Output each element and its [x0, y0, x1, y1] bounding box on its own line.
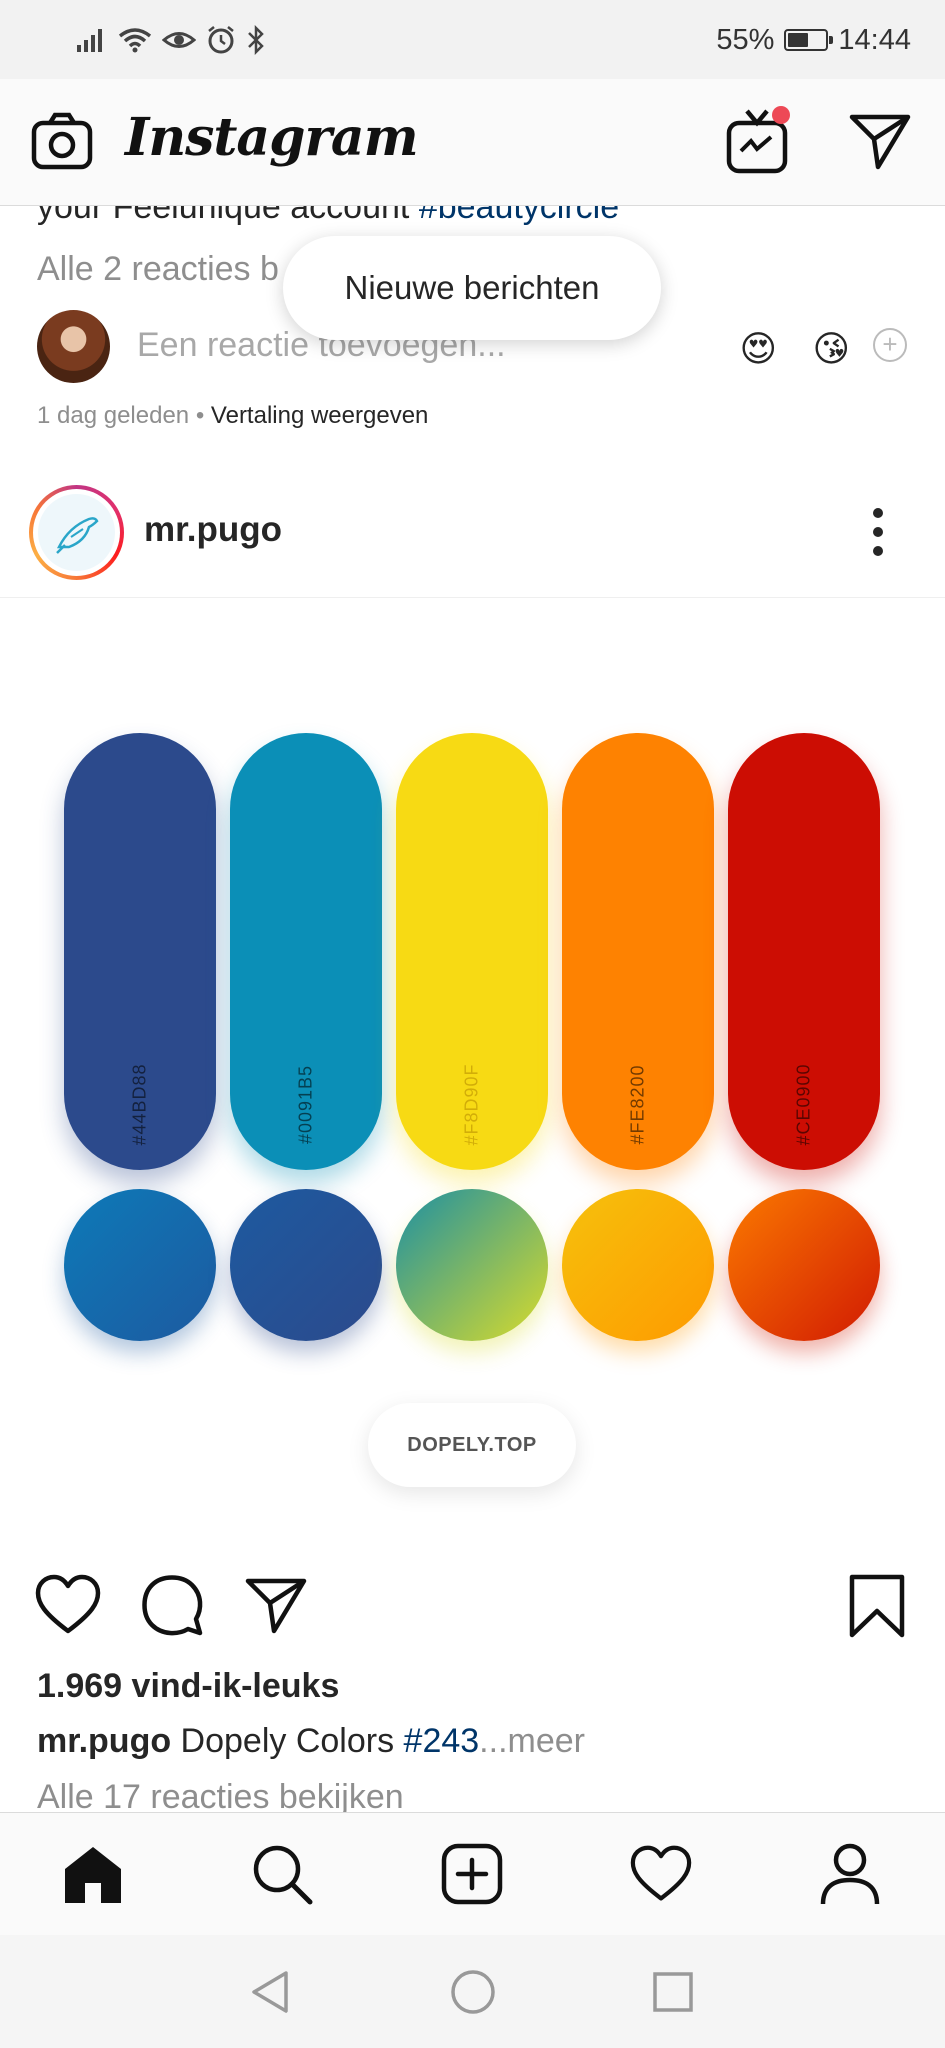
activity-icon	[630, 1845, 692, 1901]
igtv-icon[interactable]	[723, 103, 799, 179]
color-swatch-3: #F8D90F	[396, 733, 548, 1170]
post-image[interactable]: DOPELY.TOP #44BD88 #0091B5 #F8D90F #FE8200 #…	[0, 600, 945, 1545]
post-header: mr.pugo	[0, 480, 945, 598]
gradient-circle-4	[562, 1189, 714, 1341]
timestamp: 1 dag geleden	[37, 402, 190, 429]
gradient-circle-5	[728, 1189, 880, 1341]
timestamp-line: 1 dag geleden • Vertaling weergeven	[37, 402, 428, 430]
camera-icon[interactable]	[30, 109, 94, 173]
alarm-icon	[208, 26, 234, 54]
status-bar: 55% 14:44	[0, 0, 945, 79]
bluetooth-icon	[248, 25, 264, 55]
separator: •	[189, 402, 211, 429]
eye-icon	[162, 32, 196, 48]
home-icon	[65, 1847, 121, 1903]
post-actions	[0, 1565, 945, 1655]
add-emoji-icon[interactable]: +	[873, 328, 907, 362]
like-count[interactable]: 1.969 vind-ik-leuks	[37, 1667, 339, 1706]
recents-icon	[653, 1972, 693, 2012]
post-caption: mr.pugo Dopely Colors #243...meer	[37, 1722, 585, 1761]
post-username[interactable]: mr.pugo	[144, 510, 282, 550]
notification-dot	[772, 106, 790, 124]
caption-hashtag[interactable]: #243	[404, 1722, 480, 1760]
avatar	[37, 310, 110, 383]
app-bar: Instagram	[0, 79, 945, 206]
new-post-tab[interactable]	[439, 1841, 505, 1907]
comment-icon[interactable]	[140, 1573, 204, 1637]
color-swatch-5: #CE0900	[728, 733, 880, 1170]
caption-username[interactable]: mr.pugo	[37, 1722, 171, 1760]
battery-fill	[788, 33, 809, 47]
swatch-hex-code: #FE8200	[627, 1064, 648, 1145]
caption-text: Dopely Colors	[171, 1722, 404, 1760]
swatch-hex-code: #44BD88	[129, 1063, 150, 1146]
search-icon	[253, 1845, 313, 1905]
like-icon[interactable]	[34, 1573, 102, 1637]
swatch-hex-code: #F8D90F	[461, 1063, 482, 1146]
gradient-circle-2	[230, 1189, 382, 1341]
direct-message-icon[interactable]	[848, 109, 912, 173]
activity-tab[interactable]	[628, 1841, 694, 1907]
story-ring-avatar[interactable]	[29, 485, 124, 580]
clock: 14:44	[838, 23, 911, 56]
gradient-circle-3	[396, 1189, 548, 1341]
wifi-icon	[118, 28, 152, 53]
more-options-icon[interactable]	[873, 508, 885, 556]
battery-icon	[784, 29, 834, 51]
swatch-hex-code: #0091B5	[295, 1064, 316, 1145]
instagram-logo[interactable]: Instagram	[125, 107, 419, 168]
bird-logo-icon	[38, 494, 115, 571]
share-icon[interactable]	[244, 1573, 308, 1637]
new-posts-pill[interactable]: Nieuwe berichten	[283, 236, 661, 340]
translate-link[interactable]: Vertaling weergeven	[211, 402, 428, 429]
status-info-right: 55% 14:44	[716, 20, 911, 60]
home-button[interactable]	[448, 1967, 498, 2017]
home-circle-icon	[451, 1970, 495, 2014]
recents-button[interactable]	[648, 1967, 698, 2017]
new-post-icon	[441, 1843, 503, 1905]
bottom-navigation	[0, 1812, 945, 1935]
gradient-circle-1	[64, 1189, 216, 1341]
back-button[interactable]	[245, 1967, 295, 2017]
profile-tab[interactable]	[817, 1841, 883, 1907]
search-tab[interactable]	[249, 1841, 315, 1907]
save-icon[interactable]	[848, 1573, 906, 1639]
color-swatch-2: #0091B5	[230, 733, 382, 1170]
profile-icon	[820, 1843, 880, 1905]
caption-more-link[interactable]: ...meer	[479, 1722, 585, 1760]
back-icon	[252, 1971, 288, 2013]
source-badge: DOPELY.TOP	[368, 1403, 576, 1487]
emoji-kiss[interactable]: 😘	[812, 328, 850, 370]
emoji-heart-eyes[interactable]: 😍	[739, 328, 777, 370]
color-swatch-4: #FE8200	[562, 733, 714, 1170]
signal-icon	[77, 29, 102, 52]
swatch-hex-code: #CE0900	[793, 1063, 814, 1146]
status-icons-left	[76, 20, 266, 60]
battery-percent: 55%	[716, 23, 775, 56]
view-comments-link[interactable]: Alle 2 reacties b	[37, 250, 279, 289]
system-navigation-bar	[0, 1935, 945, 2048]
color-swatch-1: #44BD88	[64, 733, 216, 1170]
home-tab[interactable]	[60, 1841, 126, 1907]
